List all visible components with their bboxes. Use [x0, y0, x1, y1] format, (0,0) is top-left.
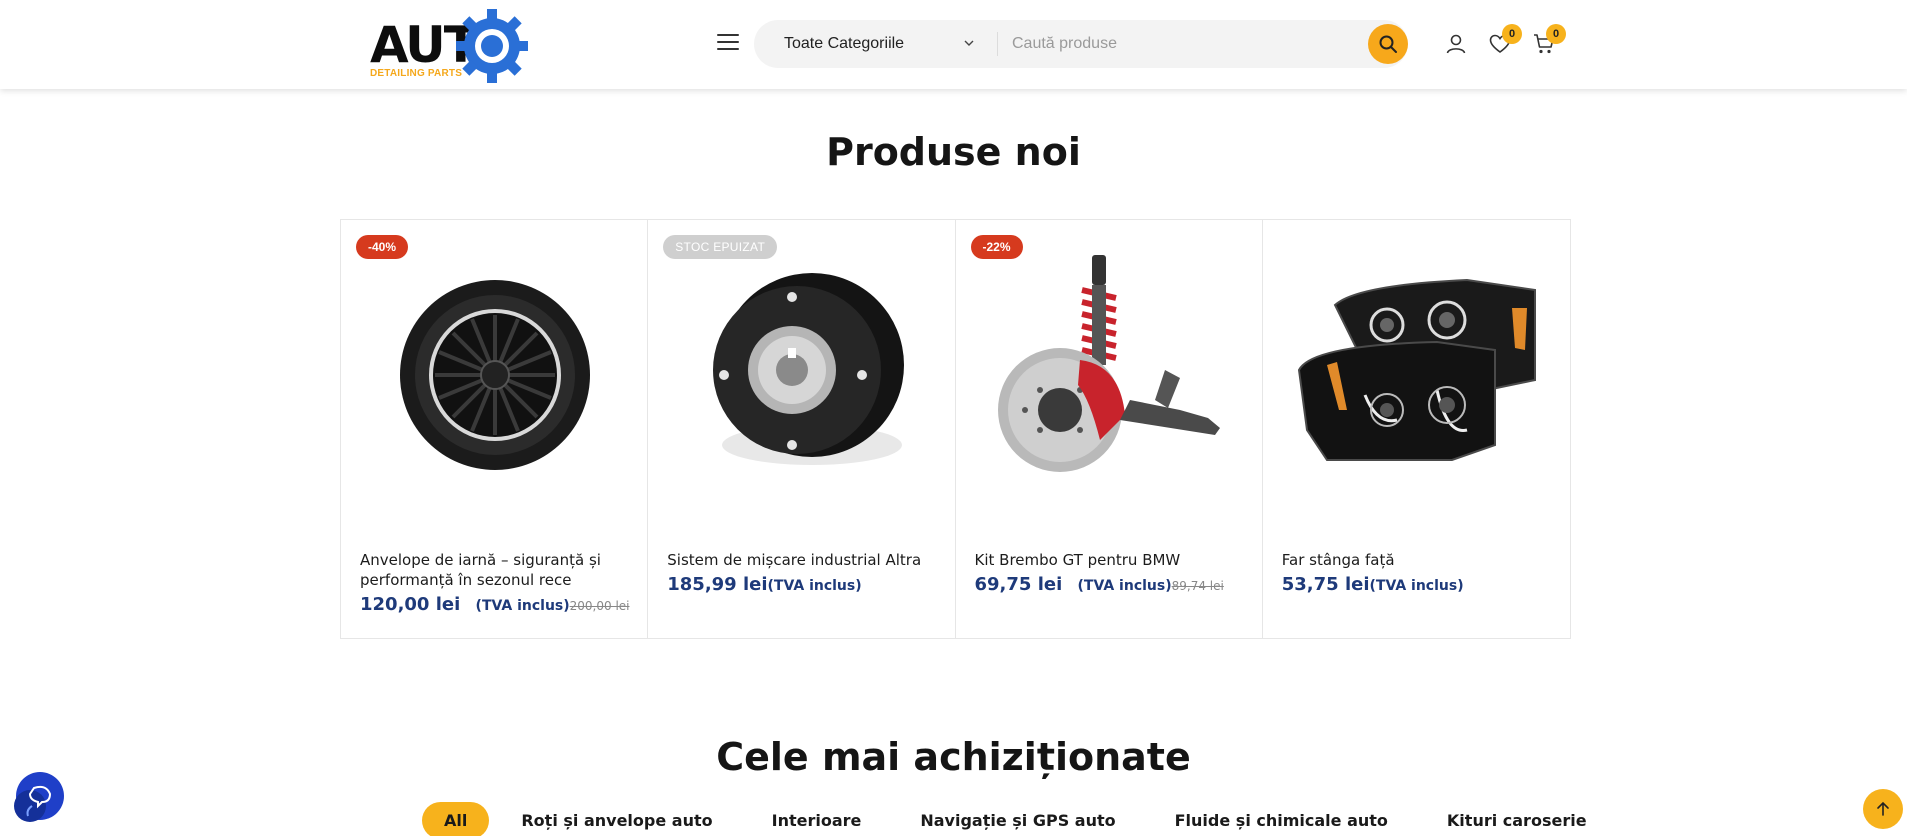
product-price-row: 69,75 lei (TVA inclus)89,74 lei: [975, 574, 1224, 595]
product-tva: (TVA inclus): [475, 598, 570, 614]
category-select[interactable]: Toate Categoriile: [754, 20, 997, 68]
product-name[interactable]: Kit Brembo GT pentru BMW: [975, 550, 1250, 570]
gear-logo-icon: [456, 9, 528, 83]
product-price-row: 53,75 lei(TVA inclus): [1282, 574, 1464, 595]
product-price-row: 185,99 lei(TVA inclus): [667, 574, 861, 595]
search-icon: [1379, 35, 1397, 53]
product-card[interactable]: -40% Anvelope de iarnă – siguranță și pe…: [341, 220, 649, 638]
tab-body-kits[interactable]: Kituri caroserie: [1447, 811, 1587, 830]
product-grid: -40% Anvelope de iarnă – siguranță și pe…: [340, 219, 1571, 639]
product-price: 53,75 lei: [1281, 574, 1370, 595]
tab-navigation-gps[interactable]: Navigație și GPS auto: [920, 811, 1115, 830]
search-divider: [997, 32, 998, 56]
product-name[interactable]: Sistem de mișcare industrial Altra: [667, 550, 942, 570]
product-card[interactable]: Far stânga față 53,75 lei(TVA inclus): [1263, 220, 1570, 638]
site-header: AUTO DETAILING PARTS Toate Categoriile C…: [0, 0, 1907, 89]
tab-interiors[interactable]: Interioare: [772, 811, 862, 830]
wishlist-count-badge: 0: [1502, 24, 1522, 44]
tab-all[interactable]: All: [422, 801, 490, 836]
search-input[interactable]: [1012, 28, 1342, 60]
product-tva: (TVA inclus): [1077, 578, 1172, 594]
product-card[interactable]: -22% Kit Brembo GT pentru BMW 69,75 lei …: [956, 220, 1263, 638]
arrow-up-icon: [1877, 801, 1889, 816]
brake-kit-icon: [997, 255, 1220, 472]
section-title-best-sellers: Cele mai achiziționate: [716, 735, 1191, 779]
headlight-icon: [1297, 278, 1536, 461]
product-tva: (TVA inclus): [1369, 578, 1464, 594]
site-logo[interactable]: AUTO DETAILING PARTS: [368, 8, 528, 84]
search-bar: Toate Categoriile: [754, 20, 1408, 68]
section-title-new-products: Produse noi: [826, 130, 1081, 174]
product-price: 120,00 lei: [360, 594, 461, 615]
product-name[interactable]: Anvelope de iarnă – siguranță și perform…: [360, 550, 635, 590]
tab-wheels-tires[interactable]: Roți și anvelope auto: [521, 811, 712, 830]
cart-count-badge: 0: [1546, 24, 1566, 44]
product-card[interactable]: STOC EPUIZAT Sistem de mișcare industria…: [648, 220, 956, 638]
product-price: 69,75 lei: [974, 574, 1063, 595]
category-tabs: All Roți și anvelope auto Interioare Nav…: [422, 801, 1646, 836]
tab-fluids-chemicals[interactable]: Fluide și chimicale auto: [1175, 811, 1388, 830]
product-old-price: 89,74 lei: [1171, 579, 1224, 593]
chat-widget-icon[interactable]: [12, 770, 66, 824]
product-tva: (TVA inclus): [767, 578, 862, 594]
brake-motor-icon: [713, 273, 905, 465]
tire-icon: [400, 280, 590, 470]
user-account-icon[interactable]: [1444, 32, 1468, 56]
product-price: 185,99 lei: [667, 574, 768, 595]
scroll-to-top-button[interactable]: [1863, 789, 1903, 829]
chevron-down-icon[interactable]: [962, 36, 976, 50]
category-select-value: Toate Categoriile: [784, 35, 905, 52]
hamburger-menu-icon[interactable]: [717, 34, 739, 52]
logo-subtitle: DETAILING PARTS: [370, 68, 463, 79]
product-price-row: 120,00 lei (TVA inclus)200,00 lei: [360, 594, 630, 615]
product-old-price: 200,00 lei: [569, 599, 630, 613]
product-name[interactable]: Far stânga față: [1282, 550, 1557, 570]
search-button[interactable]: [1368, 24, 1408, 64]
